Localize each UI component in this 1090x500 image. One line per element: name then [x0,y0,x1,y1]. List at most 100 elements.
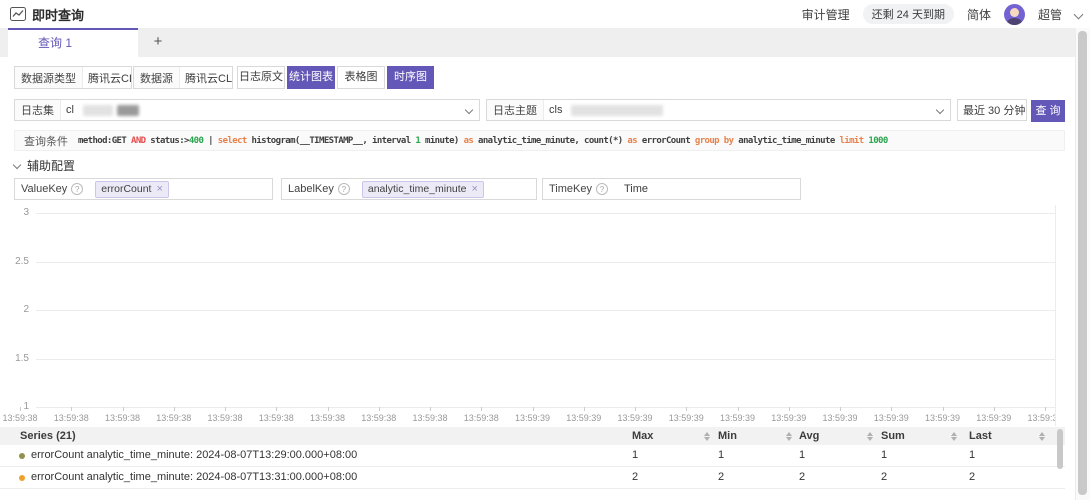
trial-expiry-badge: 还剩 24 天到期 [863,4,954,24]
time-range-select[interactable]: 最近 30 分钟 [957,99,1027,121]
x-axis-tick-label: 13:59:39 [720,413,755,423]
sort-icon[interactable] [704,432,710,441]
table-column-header-min[interactable]: Min [718,427,796,445]
table-column-header-max[interactable]: Max [632,427,714,445]
page-scrollbar-thumb[interactable] [1078,31,1087,495]
query-token: errorCount [637,136,695,146]
log-topic-select[interactable]: 日志主题 cls [486,99,951,121]
add-tab-button[interactable]: + [142,28,174,57]
query-token: analytic_time_minute, count(*) [473,136,627,146]
x-axis-tick [584,407,585,411]
sort-desc-caret [951,437,957,441]
series-column-header: Series (21) [20,427,76,445]
language-switcher[interactable]: 简体 [967,6,991,23]
table-scrollbar-thumb[interactable] [1057,429,1063,469]
timeseries-button[interactable]: 时序图 [387,66,434,89]
x-axis-tick-label: 13:59:39 [617,413,652,423]
logset-value: cl [61,104,79,116]
datasource-label: 数据源 [134,67,180,88]
table-column-header-last[interactable]: Last [969,427,1049,445]
raw-log-button[interactable]: 日志原文 [237,66,285,89]
x-axis-tick-label: 13:59:39 [566,413,601,423]
timekey-label: TimeKey ? [543,179,614,199]
help-icon[interactable]: ? [71,183,83,195]
x-axis-tick-label: 13:59:38 [2,413,37,423]
x-axis-tick [840,407,841,411]
x-axis-tick-label: 13:59:39 [822,413,857,423]
chevron-down-icon [1026,106,1027,114]
labelkey-field[interactable]: LabelKey ? analytic_time_minute × [281,178,537,200]
line-chart-icon [10,7,26,21]
datasource-type-select[interactable]: 数据源类型 腾讯云CLS [14,66,132,89]
chevron-down-icon [936,106,944,114]
x-axis-tick [276,407,277,411]
avatar-head [1010,8,1019,17]
x-axis-tick-label: 13:59:39 [1027,413,1056,423]
x-axis-tick [71,407,72,411]
sort-asc-caret [1039,432,1045,436]
chart-gridline [36,262,1056,263]
x-axis-tick-label: 13:59:38 [259,413,294,423]
close-icon[interactable]: × [472,184,478,195]
x-axis-tick-label: 13:59:39 [976,413,1011,423]
tab-query-1[interactable]: 查询 1 [8,28,138,57]
table-column-header-sum[interactable]: Sum [881,427,961,445]
sort-asc-caret [951,432,957,436]
cell-value: 2 [799,467,805,488]
table-view-button[interactable]: 表格图 [337,66,385,89]
help-icon[interactable]: ? [596,183,608,195]
sort-asc-caret [704,432,710,436]
help-icon[interactable]: ? [338,183,350,195]
x-axis-tick-label: 13:59:39 [669,413,704,423]
query-token: select [218,136,247,146]
x-axis-tick [994,407,995,411]
x-axis-tick-label: 13:59:38 [310,413,345,423]
table-row[interactable]: errorCount analytic_time_minute: 2024-08… [0,445,1065,467]
timeseries-chart[interactable]: 32.521.5113:59:3813:59:3813:59:3813:59:3… [0,205,1056,426]
timekey-value: Time [614,183,653,195]
app-header: 即时查询 审计管理 还剩 24 天到期 简体 超管 [0,0,1090,28]
sort-icon[interactable] [1039,432,1045,441]
logset-select[interactable]: 日志集 cl [14,99,480,121]
sort-asc-caret [786,432,792,436]
query-token: as [627,136,637,146]
sort-desc-caret [1039,437,1045,441]
query-token: 1000 [868,136,887,146]
x-axis-tick [738,407,739,411]
log-topic-value: cls [544,104,567,116]
sort-icon[interactable] [867,432,873,441]
sort-desc-caret [786,437,792,441]
sort-desc-caret [867,437,873,441]
chevron-down-icon[interactable] [1074,9,1084,19]
aux-config-toggle[interactable]: 辅助配置 [14,157,75,173]
query-button[interactable]: 查 询 [1031,100,1065,122]
cell-value: 1 [718,445,724,466]
datasource-select[interactable]: 数据源 腾讯云CLS [133,66,233,89]
column-label: Min [718,430,737,442]
chevron-down-icon [465,106,473,114]
valuekey-field[interactable]: ValueKey ? errorCount × [14,178,273,200]
datasource-type-label: 数据源类型 [15,67,83,88]
username[interactable]: 超管 [1038,6,1062,23]
sort-icon[interactable] [951,432,957,441]
header-right: 审计管理 还剩 24 天到期 简体 超管 [802,4,1082,25]
table-row[interactable]: errorCount analytic_time_minute: 2024-08… [0,467,1065,489]
cell-value: 2 [969,467,975,488]
timekey-field[interactable]: TimeKey ? Time [542,178,801,200]
close-icon[interactable]: × [156,184,162,195]
table-column-header-avg[interactable]: Avg [799,427,877,445]
aux-config-title: 辅助配置 [27,157,75,174]
query-condition-code[interactable]: method:GET AND status:>400 | select hist… [78,136,1064,146]
redacted-text [83,105,113,116]
page-title: 即时查询 [32,5,84,24]
chart-gridline [36,407,1056,408]
sort-icon[interactable] [786,432,792,441]
user-avatar[interactable] [1004,4,1025,25]
audit-management-link[interactable]: 审计管理 [802,6,850,23]
cell-value: 1 [881,445,887,466]
query-token: | [203,136,217,146]
stat-chart-button[interactable]: 统计图表 [287,66,335,89]
x-axis-tick [686,407,687,411]
cell-value: 1 [969,445,975,466]
log-topic-label: 日志主题 [487,100,544,120]
